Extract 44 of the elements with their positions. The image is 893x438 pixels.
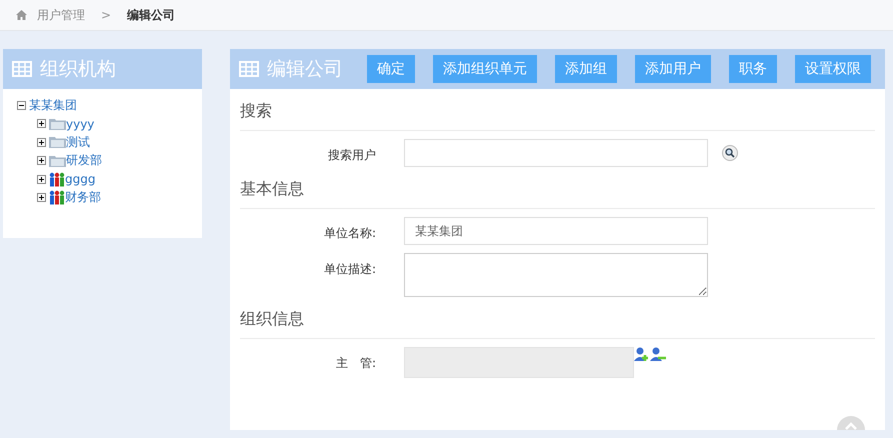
expand-icon[interactable]: [37, 193, 46, 202]
section-title: 搜索: [240, 89, 875, 131]
expand-icon[interactable]: [37, 174, 46, 184]
textarea-field[interactable]: [404, 253, 708, 297]
folder-icon: [49, 154, 66, 167]
input-field[interactable]: 某某集团: [404, 217, 708, 245]
tree-item[interactable]: 研发部: [66, 152, 102, 170]
people-icon: [49, 172, 65, 187]
breadcrumb-item: 编辑公司: [127, 6, 176, 24]
table-icon: [12, 61, 32, 77]
panel-title: 编辑公司: [267, 57, 343, 82]
home-icon: [16, 10, 27, 20]
expand-icon[interactable]: [37, 119, 46, 128]
search-field[interactable]: [404, 139, 708, 167]
panel-title: 组织机构: [40, 57, 116, 82]
tree-item[interactable]: 财务部: [65, 189, 101, 206]
collapse-icon[interactable]: [17, 100, 26, 110]
toolbar-button[interactable]: 设置权限: [795, 55, 871, 83]
field-label: 单位名称:: [322, 225, 376, 242]
section-title: 组织信息: [240, 297, 875, 339]
tree-item[interactable]: 某某集团: [29, 96, 77, 114]
tree-item[interactable]: yyyy: [66, 116, 94, 131]
expand-icon[interactable]: [37, 138, 46, 147]
breadcrumb-separator: >: [101, 8, 112, 22]
toolbar-button[interactable]: 职务: [729, 55, 777, 83]
toolbar-button[interactable]: 添加组: [555, 55, 617, 83]
field-label: 主 管:: [334, 355, 376, 372]
table-icon: [239, 61, 259, 77]
search-icon[interactable]: [722, 145, 738, 161]
folder-icon: [49, 136, 66, 148]
section-title: 基本信息: [240, 167, 875, 209]
people-icon: [49, 190, 65, 206]
field-label: 搜索用户: [327, 147, 376, 164]
toolbar-button[interactable]: 确定: [367, 55, 415, 83]
tree-item[interactable]: gggg: [65, 172, 96, 186]
toolbar-button[interactable]: 添加组织单元: [433, 55, 537, 83]
expand-icon[interactable]: [37, 156, 46, 166]
breadcrumb-item[interactable]: 用户管理: [37, 6, 85, 24]
folder-icon: [49, 118, 66, 130]
tree-item[interactable]: 测试: [66, 134, 90, 151]
add-remove-user-icon[interactable]: [634, 347, 668, 363]
field-label: 单位描述:: [322, 261, 376, 278]
chevron-up-icon: [845, 422, 857, 430]
toolbar-button[interactable]: 添加用户: [635, 55, 711, 83]
